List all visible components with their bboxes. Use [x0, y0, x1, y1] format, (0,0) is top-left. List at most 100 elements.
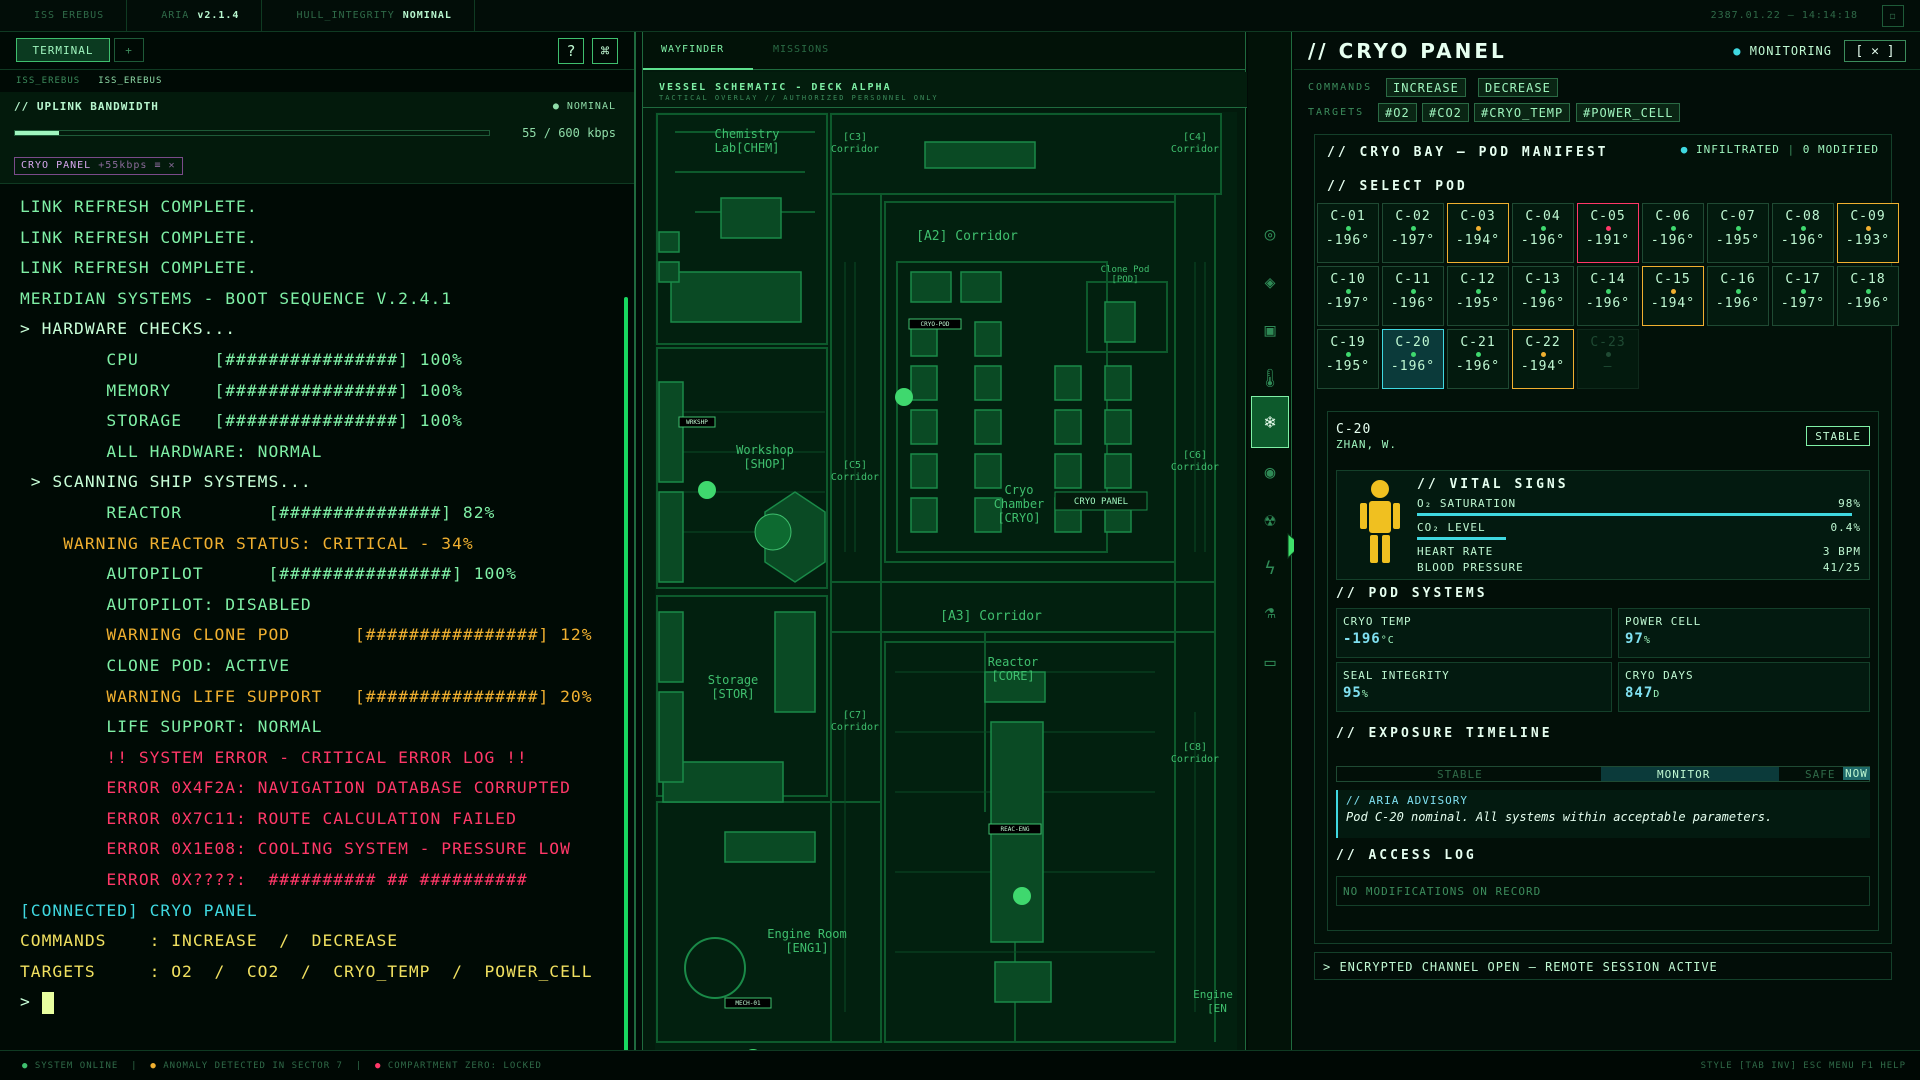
- terminal-line: ERROR 0X????: ########## ## ##########: [20, 870, 528, 890]
- pod-c-22[interactable]: C-22 -194°: [1512, 329, 1574, 389]
- pod-c-15[interactable]: C-15 -194°: [1642, 266, 1704, 326]
- room-c3-sub: Corridor: [831, 144, 879, 155]
- pod-status-dot: [1410, 289, 1416, 294]
- manifest-status: ● INFILTRATED | 0 MODIFIED: [1680, 143, 1879, 156]
- terminal-line: LINK REFRESH COMPLETE.: [20, 227, 258, 247]
- aria-advisory: // ARIA ADVISORY Pod C-20 nominal. All s…: [1336, 790, 1870, 838]
- pod-status-dot: [1475, 289, 1481, 294]
- o2-value: 98%: [1838, 497, 1861, 510]
- pod-id: C-23: [1590, 335, 1626, 350]
- snowflake-icon[interactable]: ❄: [1251, 396, 1289, 448]
- pod-c-08[interactable]: C-08 -196°: [1772, 203, 1834, 263]
- room-c8: [C8]: [1183, 742, 1207, 753]
- cryo-marker[interactable]: [895, 388, 913, 406]
- manifest-title: // CRYO BAY — POD MANIFEST: [1327, 145, 1609, 160]
- room-c6: [C6]: [1183, 450, 1207, 461]
- command-button[interactable]: ⌘: [592, 38, 618, 64]
- terminal-scrollbar[interactable]: [624, 297, 628, 1067]
- pod-temp: -197°: [1325, 296, 1371, 311]
- wayfinder-pane: WAYFINDER MISSIONS VESSEL SCHEMATIC - DE…: [642, 32, 1247, 1050]
- heart-rate-row: HEART RATE 3 BPM: [1417, 545, 1861, 558]
- tag-cryo-panel[interactable]: CRYO PANEL: [1074, 497, 1128, 507]
- help-button[interactable]: ?: [558, 38, 584, 64]
- target-cryo-temp-button[interactable]: #CRYO_TEMP: [1474, 103, 1571, 122]
- advisory-title: // ARIA ADVISORY: [1346, 794, 1468, 807]
- chip-icon[interactable]: ▣: [1251, 304, 1289, 356]
- pod-c-06[interactable]: C-06 -196°: [1642, 203, 1704, 263]
- pod-id: C-13: [1525, 272, 1561, 287]
- pod-id: C-22: [1525, 335, 1561, 350]
- pod-temp: -196°: [1585, 296, 1631, 311]
- exposure-timeline: STABLE MONITOR SAFE NOW: [1336, 766, 1870, 782]
- pod-c-19[interactable]: C-19 -195°: [1317, 329, 1379, 389]
- pod-c-16[interactable]: C-16 -196°: [1707, 266, 1769, 326]
- pod-c-03[interactable]: C-03 -194°: [1447, 203, 1509, 263]
- reactor-marker[interactable]: [1013, 887, 1031, 905]
- pod-status-dot: [1670, 226, 1676, 231]
- co2-row: CO₂ LEVEL 0.4%: [1417, 521, 1861, 534]
- tab-missions[interactable]: MISSIONS: [773, 44, 829, 55]
- pod-c-02[interactable]: C-02 -197°: [1382, 203, 1444, 263]
- session-ship[interactable]: ISS_EREBUS: [16, 76, 80, 86]
- folder-icon[interactable]: ▭: [1251, 636, 1289, 688]
- cryo-panel-chip[interactable]: CRYO PANEL +55kbps ≡ ✕: [14, 157, 183, 175]
- diamond-icon[interactable]: ◈: [1251, 256, 1289, 308]
- pod-c-01[interactable]: C-01 -196°: [1317, 203, 1379, 263]
- o2-bar: [1417, 513, 1853, 516]
- pod-temp: -196°: [1520, 296, 1566, 311]
- radiation-icon[interactable]: ☢: [1251, 494, 1289, 546]
- window-menu-button[interactable]: ◻: [1882, 5, 1904, 27]
- room-engine-b: Engine: [1193, 988, 1233, 1001]
- active-tab-underline: [643, 68, 753, 70]
- tab-terminal[interactable]: TERMINAL: [16, 38, 110, 62]
- pod-c-12[interactable]: C-12 -195°: [1447, 266, 1509, 326]
- close-button[interactable]: [ ✕ ]: [1844, 40, 1906, 62]
- room-reactor-code: [CORE]: [991, 669, 1034, 683]
- session-active[interactable]: ISS_EREBUS: [98, 76, 162, 86]
- pod-c-20[interactable]: C-20 -196°: [1382, 329, 1444, 389]
- workshop-marker[interactable]: [698, 481, 716, 499]
- terminal-prompt[interactable]: >: [20, 987, 620, 1018]
- flask-icon[interactable]: ⚗: [1251, 586, 1289, 638]
- target-co2-button[interactable]: #CO2: [1422, 103, 1469, 122]
- pod-c-14[interactable]: C-14 -196°: [1577, 266, 1639, 326]
- pod-detail: C-20 ZHAN, W. STABLE // VITAL SIGNS O₂ S…: [1327, 411, 1879, 931]
- monitoring-dot-icon: ●: [1733, 44, 1750, 58]
- power-cell-unit: %: [1643, 635, 1651, 646]
- blood-pressure-row: BLOOD PRESSURE 41/25: [1417, 561, 1861, 574]
- room-cryo: Cryo: [1005, 483, 1034, 497]
- aria-version: ARIA v2.1.4: [127, 0, 263, 31]
- add-tab-button[interactable]: +: [114, 38, 144, 62]
- room-clone-code: [POD]: [1111, 275, 1138, 285]
- terminal-output[interactable]: LINK REFRESH COMPLETE. LINK REFRESH COMPL…: [20, 192, 620, 1052]
- room-c7: [C7]: [843, 710, 867, 721]
- increase-command-button[interactable]: INCREASE: [1386, 78, 1466, 97]
- pod-status-dot: [1735, 226, 1741, 231]
- pod-c-07[interactable]: C-07 -195°: [1707, 203, 1769, 263]
- pod-c-21[interactable]: C-21 -196°: [1447, 329, 1509, 389]
- pod-id: C-07: [1720, 209, 1756, 224]
- encrypted-channel-banner[interactable]: > ENCRYPTED CHANNEL OPEN — REMOTE SESSIO…: [1314, 952, 1892, 980]
- pod-c-18[interactable]: C-18 -196°: [1837, 266, 1899, 326]
- connection-chips: CRYO PANEL +55kbps ≡ ✕: [0, 150, 634, 184]
- pod-c-11[interactable]: C-11 -196°: [1382, 266, 1444, 326]
- room-c6-sub: Corridor: [1171, 462, 1219, 473]
- deck-schematic-map[interactable]: Chemistry Lab[CHEM] [C3] Corridor [C4] C…: [655, 112, 1237, 1050]
- target-power-cell-button[interactable]: #POWER_CELL: [1576, 103, 1681, 122]
- tab-wayfinder[interactable]: WAYFINDER: [661, 44, 724, 55]
- chip-close-icon[interactable]: ≡ ✕: [154, 160, 175, 171]
- decrease-command-button[interactable]: DECREASE: [1478, 78, 1558, 97]
- pod-c-10[interactable]: C-10 -197°: [1317, 266, 1379, 326]
- pod-c-09[interactable]: C-09 -193°: [1837, 203, 1899, 263]
- terminal-line: STORAGE [################] 100%: [20, 411, 463, 431]
- pod-c-13[interactable]: C-13 -196°: [1512, 266, 1574, 326]
- pod-temp: -195°: [1715, 233, 1761, 248]
- terminal-line: LINK REFRESH COMPLETE.: [20, 197, 258, 216]
- pod-c-04[interactable]: C-04 -196°: [1512, 203, 1574, 263]
- radar-icon[interactable]: ◎: [1251, 208, 1289, 260]
- pod-c-17[interactable]: C-17 -197°: [1772, 266, 1834, 326]
- pod-c-05[interactable]: C-05 -191°: [1577, 203, 1639, 263]
- target-icon[interactable]: ◉: [1251, 446, 1289, 498]
- target-o2-button[interactable]: #O2: [1378, 103, 1417, 122]
- pod-id: C-02: [1395, 209, 1431, 224]
